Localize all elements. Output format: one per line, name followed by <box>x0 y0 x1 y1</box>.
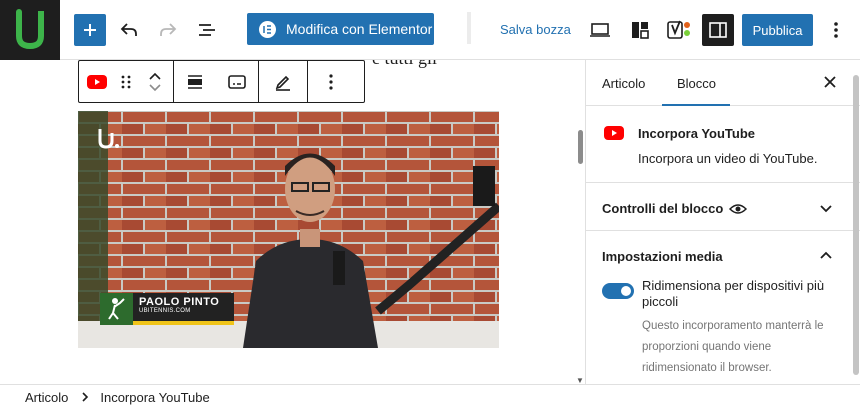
name-badge-text: PAOLO PINTO UBITENNIS.COM <box>133 293 234 325</box>
edit-group <box>259 61 308 102</box>
list-view-icon <box>199 24 215 36</box>
block-switcher-group <box>79 61 174 102</box>
youtube-icon <box>87 74 107 89</box>
block-toolbar <box>78 60 365 103</box>
undo-button[interactable] <box>113 14 145 46</box>
undo-icon <box>120 23 137 36</box>
tab-post[interactable]: Articolo <box>602 76 645 91</box>
tab-block[interactable]: Blocco <box>661 76 731 106</box>
breadcrumb-item-post[interactable]: Articolo <box>25 390 68 405</box>
paragraph-text[interactable]: e tutti gli <box>372 60 437 69</box>
tennis-player-icon <box>100 293 133 325</box>
add-block-button[interactable] <box>74 14 106 46</box>
save-draft-button[interactable]: Salva bozza <box>500 22 571 37</box>
settings-panel-toggle[interactable] <box>702 14 734 46</box>
responsive-resize-label[interactable]: Ridimensiona per dispositivi più piccoli <box>642 278 847 310</box>
document-overview-button[interactable] <box>191 14 223 46</box>
media-settings-title[interactable]: Impostazioni media <box>602 249 723 264</box>
sidebar-scrollbar[interactable] <box>853 68 859 378</box>
alignment-group <box>174 61 259 102</box>
more-options-button[interactable] <box>820 14 852 46</box>
breadcrumb-item-block[interactable]: Incorpora YouTube <box>100 390 209 405</box>
edit-with-elementor-label: Modifica con Elementor <box>286 21 433 37</box>
block-type-button[interactable] <box>79 61 115 102</box>
youtube-icon <box>604 126 624 140</box>
block-controls-panel[interactable]: Controlli del blocco <box>586 183 860 231</box>
block-description: Incorpora un video di YouTube. <box>638 151 818 166</box>
eye-icon <box>729 203 748 214</box>
elementor-icon <box>259 20 276 38</box>
canvas-scrollbar-thumb[interactable] <box>578 130 583 164</box>
caption-icon <box>228 74 246 89</box>
sidebar-scrollbar-thumb[interactable] <box>853 75 859 375</box>
yoast-icon <box>667 20 690 39</box>
block-controls-title: Controlli del blocco <box>602 201 748 216</box>
more-vertical-icon <box>834 22 838 38</box>
block-options-button[interactable] <box>308 61 354 102</box>
jetpack-button[interactable] <box>624 14 656 46</box>
chevron-down-icon[interactable] <box>149 83 161 92</box>
options-group <box>308 61 354 102</box>
settings-sidebar: Articolo Blocco Incorpora YouTube Incorp… <box>585 60 860 384</box>
drag-handle[interactable] <box>115 61 137 102</box>
redo-button[interactable] <box>152 14 184 46</box>
youtube-video-embed[interactable]: PAOLO PINTO UBITENNIS.COM <box>78 111 499 348</box>
responsive-resize-toggle[interactable] <box>602 283 634 299</box>
align-wide-icon <box>188 74 202 89</box>
plus-icon <box>84 24 96 36</box>
top-toolbar: Modifica con Elementor Salva bozza Pubbl… <box>0 0 860 60</box>
block-title: Incorpora YouTube <box>638 126 756 141</box>
layout-grid-icon <box>632 22 649 39</box>
site-logo[interactable] <box>0 0 60 60</box>
close-sidebar-button[interactable] <box>820 72 840 92</box>
presenter-name: PAOLO PINTO <box>139 296 220 308</box>
site-logo-icon <box>16 9 44 50</box>
editor-canvas[interactable]: e tutti gli <box>0 60 585 384</box>
preview-button[interactable] <box>584 14 616 46</box>
edit-with-elementor-button[interactable]: Modifica con Elementor <box>247 13 434 45</box>
editor-app: Modifica con Elementor Salva bozza Pubbl… <box>0 0 860 409</box>
yoast-seo-button[interactable] <box>663 14 695 46</box>
edit-url-button[interactable] <box>259 61 307 102</box>
block-controls-label: Controlli del blocco <box>602 201 724 216</box>
media-settings-panel: Impostazioni media Ridimensiona per disp… <box>586 231 860 381</box>
pencil-icon <box>275 75 290 91</box>
more-vertical-icon <box>329 73 333 90</box>
chevron-up-icon[interactable] <box>818 248 834 264</box>
block-card: Incorpora YouTube Incorpora un video di … <box>586 106 860 183</box>
chevron-up-icon[interactable] <box>149 72 161 80</box>
presenter-site: UBITENNIS.COM <box>139 308 191 314</box>
redo-icon <box>160 23 177 36</box>
toolbar-divider <box>467 12 471 44</box>
chevron-down-icon[interactable] <box>818 200 834 216</box>
caption-button[interactable] <box>216 61 258 102</box>
name-badge: PAOLO PINTO UBITENNIS.COM <box>100 293 234 325</box>
breadcrumb: Articolo Incorpora YouTube <box>0 384 860 409</box>
sidebar-toggle-icon <box>709 22 727 38</box>
responsive-resize-help: Questo incorporamento manterrà le propor… <box>642 320 824 374</box>
sidebar-tabs: Articolo Blocco <box>586 60 860 106</box>
move-block-buttons[interactable] <box>137 61 173 102</box>
publish-button[interactable]: Pubblica <box>742 14 813 46</box>
scroll-down-arrow-icon[interactable]: ▼ <box>576 376 584 384</box>
close-icon <box>824 76 836 88</box>
desktop-preview-icon <box>590 23 610 37</box>
chevron-right-icon <box>82 392 89 402</box>
drag-icon <box>121 75 131 88</box>
align-button[interactable] <box>174 61 216 102</box>
